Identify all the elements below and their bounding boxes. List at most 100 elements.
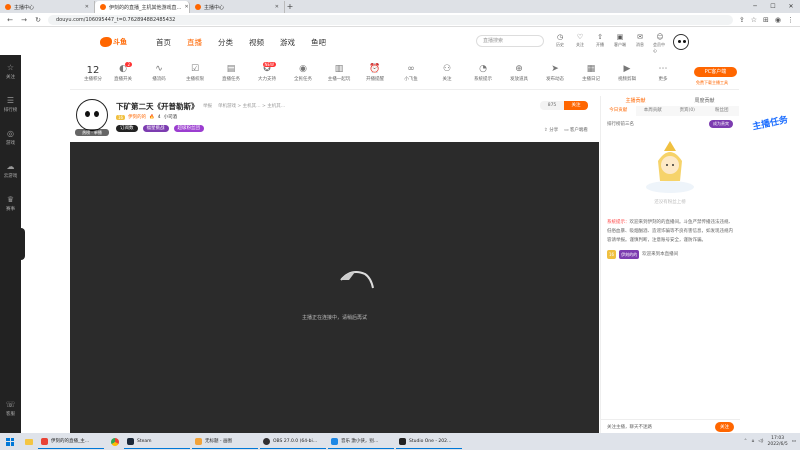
chrome-icon[interactable]	[106, 433, 124, 450]
func-live-reminder[interactable]: ⏰ 开播提醒	[362, 64, 388, 82]
rail-item-rank[interactable]: ☰ 排行榜	[0, 88, 21, 121]
report-link[interactable]: 举报	[203, 103, 212, 109]
taskbar-app-chrome[interactable]: 伊刻的的直播_主…	[38, 434, 104, 449]
func-diary[interactable]: ▦ 主播日记	[578, 64, 604, 82]
category-breadcrumb[interactable]: 单机游戏 > 主机其… > 主机其…	[218, 103, 285, 109]
chat-user-name[interactable]: 伊刻的的	[619, 250, 640, 259]
chat-follow-button[interactable]: 关注	[715, 421, 734, 432]
func-play-together[interactable]: ▥ 主播一起玩	[326, 64, 352, 82]
search-input[interactable]: 直播搜索	[476, 35, 544, 47]
rail-item-follow[interactable]: ☆ 关注	[0, 55, 21, 88]
rail-item-game[interactable]: ◎ 游戏	[0, 121, 21, 154]
bookmark-star-icon[interactable]: ☆	[751, 16, 757, 24]
new-tab-button[interactable]: +	[285, 1, 295, 13]
rail-item-service[interactable]: ☏ 客服	[0, 392, 21, 425]
streamer-name[interactable]: 伊刻的的	[128, 114, 146, 120]
subscribe-badge[interactable]: 订阅数	[116, 125, 138, 132]
right-panel: 主播贡献 周度贡献 今日贡献 本周贡献 贵宾(0) 粉丝团 排行榜前三名 成为贵…	[600, 96, 740, 433]
tab-anchor-contrib[interactable]: 主播贡献	[601, 96, 670, 106]
video-player[interactable]: 主播正在连接中，请稍后再试	[70, 142, 599, 433]
func-permissions[interactable]: ☑ 主播权限	[182, 64, 208, 82]
func-all-tasks[interactable]: ◉ 全民任务	[290, 64, 316, 82]
forward-icon[interactable]: →	[20, 16, 28, 24]
profile-icon[interactable]: ◉	[775, 16, 781, 24]
client-watch-button[interactable]: ▭ 客户端看	[564, 127, 588, 133]
nav-home[interactable]: 首页	[156, 37, 171, 48]
close-icon[interactable]: ✕	[85, 4, 89, 10]
anchor-level[interactable]: 12 主播积分	[78, 65, 108, 82]
network-icon[interactable]: ⌂	[751, 439, 754, 444]
client-button[interactable]: ▣ 客户端	[613, 33, 627, 54]
func-small-fish[interactable]: ∞ 小飞鱼	[398, 64, 424, 82]
func-video-clip[interactable]: ▶ 视频剪辑	[614, 64, 640, 82]
close-icon[interactable]: ✕	[275, 4, 279, 10]
func-tasks[interactable]: ▤ 直播任务	[218, 64, 244, 82]
close-window-icon[interactable]: ✕	[782, 0, 800, 13]
taskbar-app-paint[interactable]: 无标题 - 画图	[192, 434, 258, 449]
tab-today[interactable]: 今日贡献	[601, 106, 636, 116]
file-explorer-icon[interactable]	[20, 433, 38, 450]
func-system-tip[interactable]: ◔ 系统提示	[470, 64, 496, 82]
func-items[interactable]: ⊕ 发放道具	[506, 64, 532, 82]
pc-client-button[interactable]: PC客户端	[694, 67, 737, 77]
share-button[interactable]: ⇪ 分享	[544, 127, 558, 133]
func-more[interactable]: ⋯ 更多	[650, 64, 676, 82]
nav-video[interactable]: 视频	[249, 37, 264, 48]
func-post[interactable]: ➤ 发布动态	[542, 64, 568, 82]
nav-category[interactable]: 分类	[218, 37, 233, 48]
douyu-logo[interactable]: 斗鱼	[100, 36, 132, 48]
extensions-icon[interactable]: ⊞	[763, 16, 769, 24]
reload-icon[interactable]: ↻	[34, 16, 42, 24]
url-input[interactable]: douyu.com/106095447_t=0.762894882485432	[48, 14, 733, 25]
menu-icon[interactable]: ⋮	[787, 16, 794, 24]
taskbar-app-obs[interactable]: OBS 27.0.0 (64-bi…	[260, 434, 326, 449]
func-support[interactable]: ✪ NEW 大力支持	[254, 62, 280, 82]
nav-live[interactable]: 直播	[187, 37, 202, 48]
wave-icon: ∿	[155, 64, 163, 74]
taskbar-app-music[interactable]: 音乐 激小侠，别…	[328, 434, 394, 449]
nav-game[interactable]: 游戏	[280, 37, 295, 48]
browser-tab[interactable]: 主播中心 ✕	[190, 1, 285, 13]
browser-tab-active[interactable]: 伊刻的的直播_主机其他游戏直… ✕	[95, 1, 190, 13]
chat-input[interactable]: 关注主播，聊天不迷路	[607, 424, 652, 430]
become-vip-button[interactable]: 成为贵宾	[709, 120, 733, 128]
group-icon: ⚇	[442, 64, 452, 74]
star-icon: ☆	[6, 63, 15, 72]
func-follow[interactable]: ⚇ 关注	[434, 64, 460, 82]
rail-item-cloud-game[interactable]: ☁ 云游戏	[0, 154, 21, 187]
nav-yuba[interactable]: 鱼吧	[311, 37, 326, 48]
taskbar-app-studio-one[interactable]: Studio One - 202…	[396, 434, 462, 449]
tray-up-icon[interactable]: ⌃	[744, 439, 748, 444]
start-button[interactable]	[0, 433, 20, 450]
follow-list-button[interactable]: ♡ 关注	[573, 33, 587, 54]
browser-tab[interactable]: 主播中心 ✕	[0, 1, 95, 13]
tab-vip[interactable]: 贵宾(0)	[670, 106, 705, 116]
close-icon[interactable]: ✕	[185, 4, 189, 10]
taskbar-app-steam[interactable]: Steam	[124, 434, 190, 449]
rail-item-esports[interactable]: ♛ 赛事	[0, 187, 21, 220]
notification-icon[interactable]: ▭	[792, 439, 796, 444]
lucky-challenge-badge[interactable]: 福星挑战	[142, 125, 169, 132]
tab-fans[interactable]: 粉丝团	[705, 106, 740, 116]
rail-collapse-handle[interactable]	[19, 228, 25, 260]
messages-button[interactable]: ✉ 消息	[633, 33, 647, 54]
tab-weekly-contrib[interactable]: 周度贡献	[670, 96, 739, 106]
start-stream-button[interactable]: ⇧ 开播	[593, 33, 607, 54]
func-live-switch[interactable]: ◐ 2 直播开关	[110, 62, 136, 82]
follow-button[interactable]: 关注	[564, 101, 588, 110]
clock[interactable]: 17:03 2022/6/5	[768, 436, 788, 448]
tab-week[interactable]: 本周贡献	[636, 106, 671, 116]
user-avatar[interactable]	[673, 34, 689, 50]
streamer-avatar[interactable]	[76, 99, 108, 131]
func-stream-code[interactable]: ∿ 播流码	[146, 64, 172, 82]
fan-club-badge[interactable]: 超级粉丝团	[173, 125, 204, 132]
back-icon[interactable]: ←	[6, 16, 14, 24]
minimize-icon[interactable]: ─	[746, 0, 764, 13]
maximize-icon[interactable]: ☐	[764, 0, 782, 13]
share-icon[interactable]: ⇪	[739, 16, 745, 24]
volume-icon[interactable]: ◁)	[758, 439, 763, 444]
rank-head: 排行榜前三名 成为贵宾	[601, 116, 739, 132]
history-button[interactable]: ◷ 历史	[553, 33, 567, 54]
floating-task-widget[interactable]: 主播任务	[748, 107, 790, 141]
member-center-button[interactable]: ☺ 会员中心	[653, 33, 667, 54]
